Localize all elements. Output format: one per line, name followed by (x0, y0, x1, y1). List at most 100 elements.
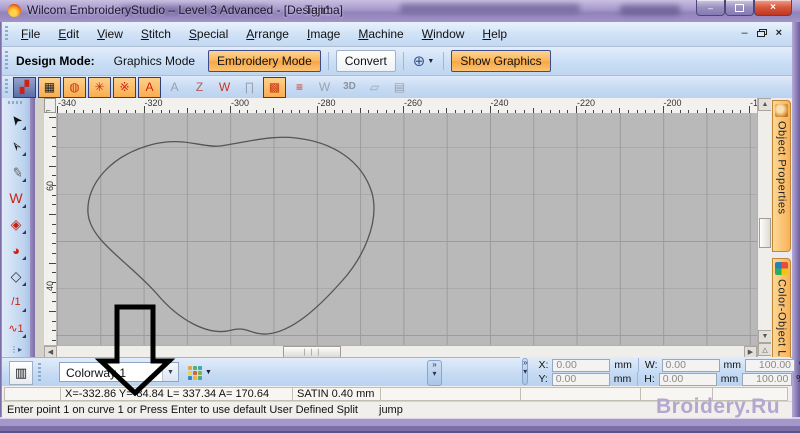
tab-label: Color-Object List (776, 279, 788, 369)
vertical-scrollbar[interactable]: ▲ ▼ △ (757, 98, 772, 357)
menu-file[interactable]: File (12, 24, 49, 44)
scale-y-field[interactable]: 100.00 (742, 373, 792, 386)
applique-tool-icon: ◈ (11, 216, 22, 233)
window-title: Wilcom EmbroideryStudio – Level 3 Advanc… (27, 3, 331, 17)
stitch-player-button[interactable]: ▥ (9, 361, 33, 385)
tab-label: Object Properties (776, 121, 788, 214)
design-canvas[interactable] (56, 113, 757, 345)
digitize-shape-icon[interactable]: ◇ (5, 265, 27, 287)
graphics-mode-button[interactable]: Graphics Mode (105, 50, 204, 72)
y-label: Y: (538, 373, 547, 385)
chevron-down-icon: ▼ (427, 58, 434, 65)
toolbar-grip[interactable] (5, 26, 8, 43)
square-wave-icon: ∏ (238, 77, 261, 98)
status-cell-empty (4, 387, 64, 401)
mdi-restore-button[interactable] (757, 29, 767, 38)
thread-colors-button[interactable]: ▼ (188, 363, 218, 382)
ruler-tick (49, 117, 56, 118)
digitize-shape-icon: ◇ (11, 268, 22, 285)
select-tool-icon[interactable]: ➤ (5, 109, 27, 131)
toolbar-separator (443, 52, 444, 70)
toolbar-grip[interactable] (5, 79, 8, 94)
show-graphics-button[interactable]: Show Graphics (451, 50, 550, 72)
design-outline-object[interactable] (56, 113, 757, 345)
ruler-label: -200 (664, 98, 682, 108)
wave-stitch-icon[interactable]: W (213, 77, 236, 98)
satin-lines-icon[interactable]: ≡ (288, 77, 311, 98)
x-field[interactable]: 0.00 (552, 359, 610, 372)
app-icon (8, 4, 21, 17)
menu-window[interactable]: Window (413, 24, 474, 44)
tatami-fill-icon[interactable]: ▦ (38, 77, 61, 98)
panel-separator (637, 372, 638, 386)
mdi-minimize-button[interactable]: – (741, 27, 747, 39)
3d-effect-icon: 3D (338, 77, 361, 98)
open-curve-icon[interactable]: /1 (5, 291, 27, 313)
scroll-down-button[interactable]: ▼ (758, 330, 772, 343)
minimize-button[interactable]: – (696, 0, 725, 16)
scroll-up-button[interactable]: ▲ (758, 98, 772, 111)
toolbar-overflow-button[interactable]: »▾ (427, 360, 442, 386)
toolbar-grip[interactable] (5, 51, 8, 71)
titlebar-glass-reflection (620, 5, 680, 15)
status-cell-empty (520, 387, 642, 401)
menu-edit[interactable]: Edit (49, 24, 88, 44)
menu-arrange[interactable]: Arrange (237, 24, 298, 44)
ruler-label: -220 (577, 98, 595, 108)
lettering-tool-icon[interactable]: W (5, 187, 27, 209)
close-button[interactable]: × (754, 0, 792, 16)
feather-stitch-icon[interactable]: ※ (113, 77, 136, 98)
select-tool-icon: ➤ (6, 111, 25, 129)
knife-tool-icon[interactable]: ✐ (5, 161, 27, 183)
convert-button[interactable]: Convert (336, 50, 396, 72)
design-mode-toolbar: Design Mode: Graphics Mode Embroidery Mo… (2, 47, 792, 76)
menu-view[interactable]: View (88, 24, 132, 44)
maximize-button[interactable] (725, 0, 754, 16)
pan-up-button[interactable]: △ (758, 343, 772, 356)
w-field[interactable]: 0.00 (662, 359, 720, 372)
colorway-select[interactable]: Colorway 1 ▼ (59, 362, 179, 382)
contour-fill-icon[interactable]: A (138, 77, 161, 98)
embroidery-mode-button[interactable]: Embroidery Mode (208, 50, 321, 72)
menu-special[interactable]: Special (180, 24, 237, 44)
machine-format-button[interactable]: ⊕ ▼ (409, 52, 439, 71)
vertical-scroll-thumb[interactable] (759, 218, 771, 248)
ruler-origin-box: ⌐ (44, 98, 56, 113)
window-frame-bottom (0, 417, 800, 433)
manual-stitch-icon[interactable]: ▞ (13, 77, 36, 98)
menu-machine[interactable]: Machine (349, 24, 412, 44)
mdi-close-button[interactable]: × (776, 27, 782, 39)
motif-fill-icon[interactable]: ◍ (63, 77, 86, 98)
toolbox-overflow-button[interactable]: ⋮▸ (10, 345, 22, 354)
tab-object-properties[interactable]: Object Properties (772, 100, 791, 252)
h-label: H: (644, 373, 655, 385)
menu-stitch[interactable]: Stitch (132, 24, 180, 44)
colorway-select-value: Colorway 1 (66, 366, 126, 380)
ruler-tick (49, 311, 56, 312)
scale-x-field[interactable]: 100.00 (745, 359, 795, 372)
palette-color-dot (193, 371, 197, 375)
menu-image[interactable]: Image (298, 24, 349, 44)
palette-icon (188, 366, 202, 380)
toolbar-grip[interactable] (38, 363, 41, 382)
ruler-label: -340 (58, 98, 76, 108)
menu-help[interactable]: Help (473, 24, 516, 44)
window-title-machine: Tajima] (305, 3, 343, 17)
open-curve-icon: /1 (11, 296, 20, 308)
run-digitize-icon[interactable]: ∿1 (5, 317, 27, 339)
toolbar-overflow-button[interactable]: »▾ (522, 358, 528, 385)
ruler-label: -260 (404, 98, 422, 108)
chevron-down-icon[interactable]: ▼ (162, 363, 178, 381)
h-field[interactable]: 0.00 (659, 373, 717, 386)
fancy-fill-icon[interactable]: ✳ (88, 77, 111, 98)
ruler-label: -240 (491, 98, 509, 108)
buttonhole-tool-icon[interactable]: ◕ (5, 239, 27, 261)
lettering-tool-icon: W (9, 190, 22, 206)
program-split-icon[interactable]: ▩ (263, 77, 286, 98)
titlebar: Wilcom EmbroideryStudio – Level 3 Advanc… (0, 0, 800, 22)
reshape-tool-icon[interactable]: ➣ (5, 135, 27, 157)
toolbar-grip[interactable] (8, 101, 25, 104)
y-field[interactable]: 0.00 (552, 373, 610, 386)
horizontal-ruler: -340-320-300-280-260-240-220-200-180 (56, 98, 757, 114)
applique-tool-icon[interactable]: ◈ (5, 213, 27, 235)
